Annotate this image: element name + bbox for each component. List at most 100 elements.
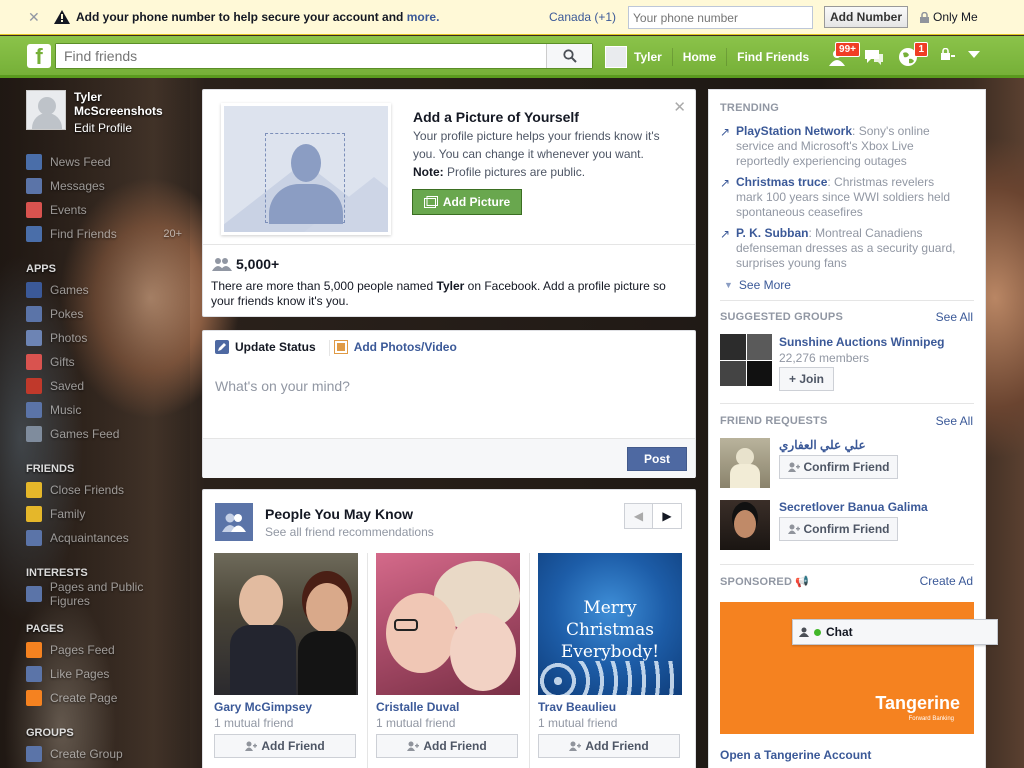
sidebar-item[interactable]: Create Page <box>26 686 186 710</box>
sidebar-item[interactable]: Saved <box>26 374 186 398</box>
sidebar-item[interactable]: Like Pages <box>26 662 186 686</box>
person-photo[interactable] <box>376 553 520 695</box>
person-photo[interactable]: Merry Christmas Everybody! <box>538 553 682 695</box>
add-picture-button[interactable]: Add Picture <box>412 189 522 215</box>
notification-jewels: 99+ 1 <box>828 36 928 78</box>
country-selector[interactable]: Canada (+1) <box>549 10 616 24</box>
left-sidebar: Tyler McScreenshots Edit Profile News Fe… <box>0 78 190 768</box>
nav-find-friends-link[interactable]: Find Friends <box>737 50 809 64</box>
sidebar-item-label: Events <box>50 203 87 217</box>
sidebar-item[interactable]: Create Group <box>26 742 186 766</box>
trending-arrow-icon: ↗ <box>720 176 731 190</box>
sidebar-item[interactable]: News Feed <box>26 150 186 174</box>
prev-icon[interactable]: ◀ <box>624 503 653 529</box>
sidebar-item[interactable]: Acquaintances <box>26 526 186 550</box>
sidebar-item-count: 20+ <box>163 228 182 240</box>
add-number-button[interactable]: Add Number <box>824 6 908 28</box>
requester-name[interactable]: Secretlover Banua Galima <box>779 500 928 514</box>
notifications-jewel[interactable]: 1 <box>896 42 928 69</box>
person-photo[interactable] <box>214 553 358 695</box>
close-icon[interactable]: ✕ <box>673 98 686 116</box>
profile-name-line2[interactable]: McScreenshots <box>74 104 163 118</box>
news-feed-icon <box>26 154 42 170</box>
mutual-friends[interactable]: 1 mutual friend <box>376 716 520 730</box>
add-friend-button[interactable]: Add Friend <box>538 734 680 758</box>
chevron-down-icon[interactable] <box>968 51 980 59</box>
confirm-friend-button[interactable]: Confirm Friend <box>779 517 898 541</box>
privacy-shortcuts-icon[interactable] <box>940 48 956 62</box>
chat-bar[interactable]: Chat <box>792 619 998 645</box>
see-more-link[interactable]: ▼ See More <box>724 278 791 292</box>
trending-item[interactable]: ↗ P. K. Subban: Montreal Canadiens defen… <box>720 226 976 271</box>
add-friend-button[interactable]: Add Friend <box>376 734 518 758</box>
suggested-groups-see-all[interactable]: See All <box>936 310 973 324</box>
join-group-button[interactable]: + Join <box>779 367 834 391</box>
sidebar-item[interactable]: Messages <box>26 174 186 198</box>
trending-item[interactable]: ↗ Christmas truce: Christmas revelers ma… <box>720 175 976 220</box>
group-name[interactable]: Sunshine Auctions Winnipeg <box>779 335 944 349</box>
pymk-see-all-link[interactable]: See all friend recommendations <box>265 525 434 539</box>
search-input[interactable] <box>56 44 546 68</box>
gifts-icon <box>26 354 42 370</box>
nav-home-link[interactable]: Home <box>683 50 716 64</box>
add-photos-tab[interactable]: Add Photos/Video <box>333 340 457 354</box>
nav-profile-link[interactable]: Tyler <box>634 50 662 64</box>
sidebar-item[interactable]: Games <box>26 278 186 302</box>
close-friends-icon <box>26 482 42 498</box>
apps-header[interactable]: APPS <box>26 260 186 278</box>
next-icon[interactable]: ▶ <box>653 503 682 529</box>
ad-logo: Tangerine <box>875 693 960 713</box>
sidebar-item[interactable]: Find Friends 20+ <box>26 222 186 246</box>
edit-profile-link[interactable]: Edit Profile <box>74 121 163 135</box>
sidebar-item[interactable]: Games Feed <box>26 422 186 446</box>
search-button[interactable] <box>546 44 592 68</box>
profile-picture[interactable] <box>26 90 66 130</box>
sidebar-item[interactable]: Gifts <box>26 350 186 374</box>
profile-placeholder-illustration[interactable] <box>224 106 388 232</box>
groups-header[interactable]: GROUPS <box>26 724 186 742</box>
post-button[interactable]: Post <box>627 447 687 471</box>
friends-header[interactable]: FRIENDS <box>26 460 186 478</box>
sidebar-item[interactable]: Family <box>26 502 186 526</box>
person-name[interactable]: Gary McGimpsey <box>214 700 358 714</box>
profile-name-line1[interactable]: Tyler <box>74 90 163 104</box>
requester-photo[interactable] <box>720 438 770 488</box>
requester-photo[interactable] <box>720 500 770 550</box>
confirm-friend-button[interactable]: Confirm Friend <box>779 455 898 479</box>
create-ad-link[interactable]: Create Ad <box>920 574 973 588</box>
mutual-friends[interactable]: 1 mutual friend <box>214 716 358 730</box>
avatar[interactable] <box>605 46 627 68</box>
add-friend-button[interactable]: Add Friend <box>214 734 356 758</box>
requester-name[interactable]: علي علي العفاري <box>779 438 866 452</box>
trending-item[interactable]: ↗ PlayStation Network: Sony's online ser… <box>720 124 976 169</box>
greeting-text: Merry Christmas Everybody! <box>560 598 660 662</box>
messages-jewel[interactable] <box>862 45 886 69</box>
phone-input[interactable] <box>628 6 813 29</box>
sidebar-item[interactable]: Music <box>26 398 186 422</box>
facebook-logo[interactable]: f <box>27 44 51 69</box>
sidebar-item[interactable]: Pages and Public Figures <box>26 580 186 608</box>
privacy-selector[interactable]: Only Me <box>920 10 978 24</box>
update-status-tab[interactable]: Update Status <box>215 340 316 354</box>
sidebar-item[interactable]: Pages Feed <box>26 638 186 662</box>
sidebar-item[interactable]: Close Friends <box>26 478 186 502</box>
person-name[interactable]: Cristalle Duval <box>376 700 520 714</box>
sidebar-item[interactable]: Events <box>26 198 186 222</box>
ad-title[interactable]: Open a Tangerine Account <box>720 748 871 762</box>
sidebar-item[interactable]: Pokes <box>26 302 186 326</box>
add-friend-icon <box>245 741 258 751</box>
close-icon[interactable]: ✕ <box>28 9 48 26</box>
notifications-badge: 1 <box>914 42 928 57</box>
mutual-friends[interactable]: 1 mutual friend <box>538 716 682 730</box>
more-link[interactable]: more. <box>407 10 440 24</box>
chevron-down-icon: ▼ <box>724 280 733 290</box>
sidebar-item[interactable]: Photos <box>26 326 186 350</box>
friend-requests-see-all[interactable]: See All <box>936 414 973 428</box>
sidebar-item-label: Pokes <box>50 307 84 321</box>
pymk-title[interactable]: People You May Know <box>265 506 413 522</box>
person-name[interactable]: Trav Beaulieu <box>538 700 682 714</box>
friend-requests-jewel[interactable]: 99+ <box>828 42 860 69</box>
status-input[interactable]: What's on your mind? <box>215 378 350 394</box>
group-picture[interactable] <box>720 334 772 386</box>
pages-header[interactable]: PAGES <box>26 620 186 638</box>
